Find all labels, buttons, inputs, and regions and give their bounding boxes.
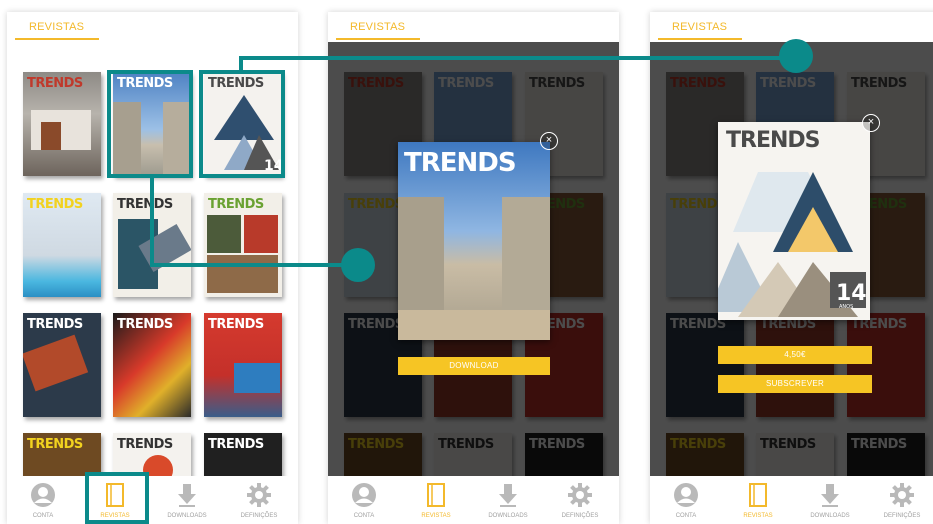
tab-label: REVISTAS [743, 513, 773, 519]
download-button[interactable]: DOWNLOAD [398, 357, 550, 375]
connector-line [150, 176, 154, 267]
subscribe-button[interactable]: SUBSCREVER [718, 375, 872, 393]
magazine-logo: TRENDS [208, 197, 264, 212]
header-shadow [7, 42, 298, 48]
magazine-logo: TRENDS [404, 148, 517, 178]
close-button[interactable]: × [862, 114, 880, 132]
magazine-logo: TRENDS [726, 128, 820, 153]
user-icon [674, 483, 698, 507]
close-button[interactable]: × [540, 132, 558, 150]
magazine-logo: TRENDS [27, 76, 83, 91]
tab-definicoes[interactable]: DEFINIÇÕES [544, 476, 616, 524]
tab-label: DEFINIÇÕES [561, 513, 599, 519]
highlight-box-revistas-tab [85, 472, 149, 524]
tab-definicoes[interactable]: DEFINIÇÕES [866, 476, 933, 524]
cover-photo [234, 363, 280, 393]
download-icon [821, 484, 839, 507]
magazine-icon [427, 483, 445, 507]
magazine-logo: TRENDS [117, 317, 173, 332]
tab-label: REVISTAS [421, 513, 451, 519]
tab-label: CONTA [32, 513, 54, 519]
tab-underline [336, 38, 420, 40]
buy-button[interactable]: 4,50€ [718, 346, 872, 364]
issue-label: ANOS [839, 304, 853, 310]
connector-dot [779, 39, 813, 73]
user-icon [31, 483, 55, 507]
tab-conta[interactable]: CONTA [328, 476, 400, 524]
magazine-cover[interactable]: TRENDS [23, 72, 101, 176]
bottom-tab-bar: CONTA REVISTAS DOWNLOADS DEFINIÇÕES [328, 476, 619, 524]
tab-underline [15, 38, 99, 40]
magazine-logo: TRENDS [117, 437, 173, 452]
magazine-cover[interactable]: TRENDS [204, 193, 282, 297]
tab-definicoes[interactable]: DEFINIÇÕES [223, 476, 295, 524]
bottom-tab-bar: CONTA REVISTAS DOWNLOADS DEFINIÇÕES [7, 476, 298, 524]
gear-icon [890, 483, 914, 507]
tab-label: CONTA [675, 513, 697, 519]
top-bar: REVISTAS [328, 12, 619, 42]
tab-downloads[interactable]: DOWNLOADS [472, 476, 544, 524]
modal-magazine-cover: TRENDS [398, 142, 550, 340]
gear-icon [247, 483, 271, 507]
cover-photo [244, 215, 278, 253]
tab-label: DEFINIÇÕES [240, 513, 278, 519]
cover-artwork: 14 ANOS [718, 172, 867, 317]
tab-downloads[interactable]: DOWNLOADS [151, 476, 223, 524]
tab-label: DOWNLOADS [488, 513, 528, 519]
cover-photo [207, 215, 241, 253]
magazine-icon [749, 483, 767, 507]
magazine-logo: TRENDS [208, 437, 264, 452]
magazine-cover[interactable]: TRENDS [23, 433, 101, 476]
download-icon [178, 484, 196, 507]
tab-label: DEFINIÇÕES [883, 513, 921, 519]
highlight-box-cover-2 [107, 70, 193, 178]
highlight-box-cover-3 [199, 70, 285, 178]
bottom-tab-bar: CONTA REVISTAS DOWNLOADS DEFINIÇÕES [650, 476, 933, 524]
tab-underline [658, 38, 742, 40]
tab-revistas[interactable]: REVISTAS [722, 476, 794, 524]
modal-magazine-cover: TRENDS 14 ANOS [718, 122, 870, 320]
cover-photo [23, 334, 89, 392]
magazine-cover[interactable]: TRENDS [113, 433, 191, 476]
tab-revistas-header[interactable]: REVISTAS [672, 21, 727, 33]
magazine-logo: TRENDS [27, 197, 83, 212]
cover-photo [41, 122, 61, 150]
screen-purchase-modal: REVISTAS TRENDS TRENDS TRENDS TRENDS TRE… [650, 12, 933, 524]
tab-downloads[interactable]: DOWNLOADS [794, 476, 866, 524]
connector-line [150, 263, 356, 267]
top-bar: REVISTAS [650, 12, 933, 42]
tab-label: DOWNLOADS [167, 513, 207, 519]
magazine-cover[interactable]: TRENDS [204, 433, 282, 476]
tab-revistas-header[interactable]: REVISTAS [350, 21, 405, 33]
gear-icon [568, 483, 592, 507]
connector-dot [341, 248, 375, 282]
magazine-logo: TRENDS [27, 437, 83, 452]
magazine-cover[interactable]: TRENDS [204, 313, 282, 417]
cover-photo [207, 255, 278, 293]
magazine-cover[interactable]: TRENDS [23, 313, 101, 417]
cover-photo [398, 310, 550, 340]
magazine-logo: TRENDS [117, 197, 173, 212]
magazine-logo: TRENDS [208, 317, 264, 332]
tab-revistas-header[interactable]: REVISTAS [29, 21, 84, 33]
magazine-logo: TRENDS [27, 317, 83, 332]
tab-label: CONTA [353, 513, 375, 519]
magazine-cover[interactable]: TRENDS [23, 193, 101, 297]
issue-number: 14 [836, 281, 867, 306]
tab-conta[interactable]: CONTA [7, 476, 79, 524]
tab-conta[interactable]: CONTA [650, 476, 722, 524]
magazine-cover[interactable]: TRENDS [113, 313, 191, 417]
tab-label: DOWNLOADS [810, 513, 850, 519]
top-bar: REVISTAS [7, 12, 298, 42]
connector-line [239, 56, 793, 60]
user-icon [352, 483, 376, 507]
download-icon [499, 484, 517, 507]
tab-revistas[interactable]: REVISTAS [400, 476, 472, 524]
cover-photo [31, 110, 91, 150]
